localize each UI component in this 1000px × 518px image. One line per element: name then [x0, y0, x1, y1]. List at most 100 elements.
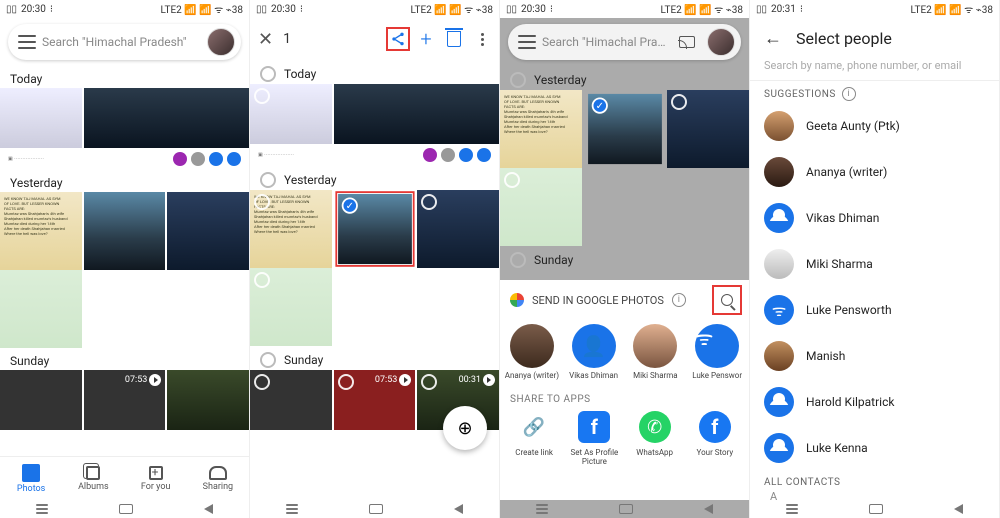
- zoom-fab[interactable]: ⊕: [443, 406, 487, 450]
- nav-foryou[interactable]: For you: [125, 457, 187, 500]
- panel-photo-selected: ▯▯20:30⁝ LTE2 📶 📶 ᯤ ⌁38 ✕ 1 + Today ▣ ⋯⋯…: [250, 0, 500, 518]
- back-icon[interactable]: [204, 504, 213, 514]
- select-all-ring[interactable]: [260, 352, 276, 368]
- photo-thumb[interactable]: WE KNOW TAJ MAHAL AS SYMOF LOVE. BUT LES…: [0, 192, 82, 270]
- section-sunday[interactable]: Sunday: [250, 346, 499, 370]
- search-bar[interactable]: Search "Himachal Pradesh": [8, 24, 241, 60]
- story-row[interactable]: ▣ ⋯⋯⋯⋯⋯⋯: [0, 148, 249, 170]
- contact-vikas[interactable]: Vikas Dhiman: [750, 195, 999, 241]
- facebook-story-icon: f: [699, 411, 731, 443]
- photo-thumb[interactable]: [167, 192, 249, 270]
- suggestions-list: Geeta Aunty (Ptk) Ananya (writer) Vikas …: [750, 103, 999, 471]
- add-to-button[interactable]: +: [417, 30, 435, 48]
- system-nav: [0, 500, 249, 518]
- cast-icon: [679, 36, 695, 48]
- contact-manish[interactable]: Manish: [750, 333, 999, 379]
- albums-icon: [86, 466, 100, 480]
- menu-icon: [518, 35, 536, 49]
- video-thumb[interactable]: [0, 370, 82, 430]
- photo-thumb-selected[interactable]: ✓: [338, 194, 412, 264]
- search-bar: Search "Himachal Pra…: [508, 24, 741, 60]
- video-thumb[interactable]: [167, 370, 249, 430]
- search-icon: [721, 294, 733, 306]
- link-icon: 🔗: [523, 417, 545, 438]
- share-button[interactable]: [389, 30, 407, 48]
- back-arrow-icon[interactable]: ←: [764, 28, 782, 49]
- contact-ananya[interactable]: Ananya (writer): [750, 149, 999, 195]
- contact-miki[interactable]: Miki Sharma: [750, 241, 999, 287]
- share-sheet: SEND IN GOOGLE PHOTOS i Ananya (writer) …: [500, 280, 749, 500]
- nav-sharing[interactable]: Sharing: [187, 457, 249, 500]
- photo-thumb[interactable]: [334, 84, 499, 144]
- photo-thumb[interactable]: [0, 88, 82, 148]
- video-thumb[interactable]: 07:53: [334, 370, 416, 430]
- wifi-icon: ᯤ: [764, 295, 794, 325]
- contact-geeta[interactable]: Geeta Aunty (Ptk): [750, 103, 999, 149]
- app-fb-profile[interactable]: fSet As Profile Picture: [564, 409, 624, 467]
- delete-button[interactable]: [445, 30, 463, 48]
- selection-toolbar: ✕ 1 +: [250, 18, 499, 60]
- section-today[interactable]: Today: [250, 60, 499, 84]
- photo-thumb[interactable]: WE KNOW TAJ MAHAL AS SYMOF LOVE. BUT LES…: [250, 190, 332, 268]
- page-title: Select people: [796, 29, 892, 48]
- panel-photos-home: ▯▯20:30⁝ LTE2 📶 📶 ᯤ ⌁38 Search "Himachal…: [0, 0, 250, 518]
- section-yesterday[interactable]: Yesterday: [250, 166, 499, 190]
- selected-count: 1: [283, 31, 379, 47]
- section-today: Today: [0, 66, 249, 88]
- search-people-button[interactable]: [715, 288, 739, 312]
- photo-thumb[interactable]: [84, 88, 249, 148]
- kebab-icon: [481, 33, 484, 46]
- account-avatar[interactable]: [207, 28, 235, 56]
- share-to-apps-label: SHARE TO APPS: [500, 388, 749, 409]
- google-photos-icon: [510, 293, 524, 307]
- share-icon: [390, 31, 406, 47]
- photo-thumb[interactable]: [84, 192, 166, 270]
- photo-thumb[interactable]: [0, 270, 82, 348]
- more-icon: ⁝: [50, 4, 53, 15]
- apps-row: 🔗Create link fSet As Profile Picture ✆Wh…: [500, 409, 749, 475]
- system-nav: [750, 500, 999, 518]
- person-luke[interactable]: ᯤLuke Penswor: [689, 324, 745, 380]
- search-placeholder: Search "Himachal Pradesh": [42, 35, 201, 49]
- clock: 20:30: [21, 4, 46, 15]
- app-create-link[interactable]: 🔗Create link: [504, 409, 564, 467]
- select-all-ring[interactable]: [260, 172, 276, 188]
- bottom-nav: Photos Albums For you Sharing: [0, 456, 249, 500]
- person-icon: 👤: [581, 334, 606, 358]
- person-ananya[interactable]: Ananya (writer): [504, 324, 560, 380]
- photo-thumb[interactable]: [250, 84, 332, 144]
- app-whatsapp[interactable]: ✆WhatsApp: [625, 409, 685, 467]
- facebook-icon: f: [578, 411, 610, 443]
- photo-thumb[interactable]: [250, 268, 332, 346]
- account-avatar: [707, 28, 735, 56]
- photo-thumb[interactable]: [417, 190, 499, 268]
- app-your-story[interactable]: fYour Story: [685, 409, 745, 467]
- recent-icon[interactable]: [36, 508, 48, 510]
- select-people-header: ← Select people: [750, 18, 999, 55]
- select-all-ring[interactable]: [260, 66, 276, 82]
- video-thumb[interactable]: [250, 370, 332, 430]
- story-row[interactable]: ▣ ⋯⋯⋯⋯⋯⋯: [250, 144, 499, 166]
- sheet-header: SEND IN GOOGLE PHOTOS i: [500, 280, 749, 320]
- trash-icon: [447, 31, 461, 47]
- nav-photos[interactable]: Photos: [0, 457, 62, 500]
- suggestions-header: SUGGESTIONSi: [750, 80, 999, 103]
- menu-icon[interactable]: [18, 35, 36, 49]
- person-miki[interactable]: Miki Sharma: [628, 324, 684, 380]
- home-icon[interactable]: [119, 504, 133, 514]
- contact-harold[interactable]: Harold Kilpatrick: [750, 379, 999, 425]
- info-icon[interactable]: i: [672, 293, 686, 307]
- video-thumb[interactable]: 07:53: [84, 370, 166, 430]
- panel-share-sheet: ▯▯20:30⁝ LTE2 📶 📶 ᯤ ⌁38 Search "Himachal…: [500, 0, 750, 518]
- close-icon[interactable]: ✕: [258, 29, 273, 50]
- person-vikas[interactable]: 👤Vikas Dhiman: [566, 324, 622, 380]
- play-icon: [149, 374, 161, 386]
- overflow-button[interactable]: [473, 30, 491, 48]
- contact-luke-p[interactable]: ᯤLuke Pensworth: [750, 287, 999, 333]
- nav-albums[interactable]: Albums: [62, 457, 124, 500]
- send-in-photos-label: SEND IN GOOGLE PHOTOS: [532, 294, 664, 307]
- search-contacts-input[interactable]: Search by name, phone number, or email: [750, 55, 999, 80]
- info-icon[interactable]: i: [842, 87, 856, 101]
- section-yesterday: Yesterday: [0, 170, 249, 192]
- contact-luke-k[interactable]: Luke Kenna: [750, 425, 999, 471]
